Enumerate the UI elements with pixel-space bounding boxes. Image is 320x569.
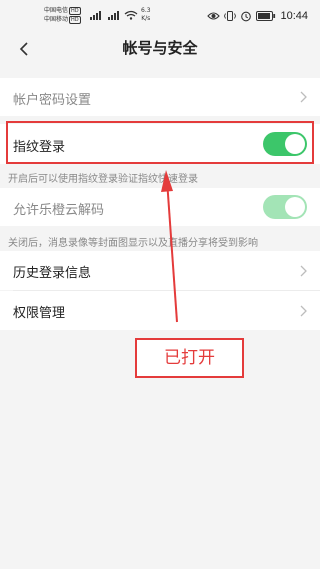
carrier-2: 中国移动 bbox=[44, 16, 69, 23]
page-title: 帐号与安全 bbox=[122, 39, 198, 57]
battery-icon bbox=[256, 11, 276, 21]
chevron-right-icon bbox=[300, 265, 307, 277]
hd-badge: HD bbox=[69, 7, 81, 15]
vibrate-icon bbox=[224, 11, 237, 21]
network-speed: 6.3 K/s bbox=[141, 7, 151, 22]
wifi-icon bbox=[124, 10, 138, 20]
carrier-1: 中国电信 bbox=[44, 7, 69, 14]
permission-manage-label: 权限管理 bbox=[13, 306, 66, 321]
carrier-info: 中国电信 HD 中国移动 HD bbox=[44, 6, 81, 24]
highlight-box bbox=[6, 121, 314, 164]
annotation-callout: 已打开 bbox=[135, 338, 244, 378]
row-cloud-decode[interactable]: 允许乐橙云解码 bbox=[0, 188, 320, 226]
eye-icon bbox=[207, 12, 221, 20]
chevron-right-icon bbox=[300, 91, 307, 103]
toggle-knob bbox=[285, 197, 305, 217]
chevron-right-icon bbox=[300, 305, 307, 317]
status-bar: 中国电信 HD 中国移动 HD 6.3 K/s 10:44 bbox=[0, 0, 320, 34]
row-permission-manage[interactable]: 权限管理 bbox=[0, 291, 320, 330]
nav-bar: 帐号与安全 bbox=[0, 34, 320, 64]
signal-icon bbox=[108, 11, 119, 20]
fingerprint-hint: 开启后可以使用指纹登录验证指纹快速登录 bbox=[8, 174, 198, 185]
cloud-decode-label: 允许乐橙云解码 bbox=[13, 203, 105, 218]
password-setting-label: 帐户密码设置 bbox=[13, 93, 92, 108]
signal-icon bbox=[90, 11, 101, 20]
row-password-setting[interactable]: 帐户密码设置 bbox=[0, 78, 320, 116]
hd-badge: HD bbox=[69, 16, 81, 24]
row-login-history[interactable]: 历史登录信息 bbox=[0, 251, 320, 290]
cloud-decode-hint: 关闭后，消息录像等封面图显示以及直播分享将受到影响 bbox=[8, 238, 258, 249]
clock: 10:44 bbox=[280, 10, 308, 22]
status-right: 10:44 bbox=[207, 9, 308, 23]
cloud-decode-toggle[interactable] bbox=[263, 195, 307, 219]
login-history-label: 历史登录信息 bbox=[13, 266, 92, 281]
alarm-icon bbox=[241, 11, 252, 22]
